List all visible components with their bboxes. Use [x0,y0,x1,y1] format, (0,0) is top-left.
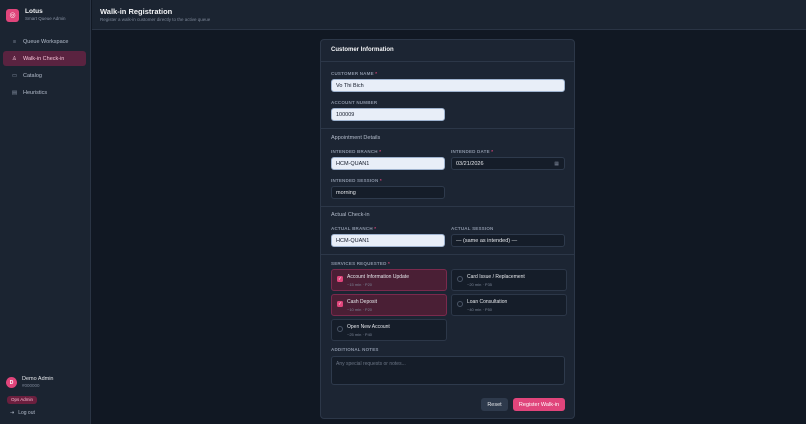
customer-name-input[interactable]: Vo Thi Bich [331,79,565,92]
app-root: ◎ Lotus Smart Queue Admin ≡ Queue Workspa… [0,0,806,424]
form-title: Customer Information [331,47,394,53]
actual-section-title: Actual Check-in [331,212,370,218]
service-name: Cash Deposit [347,299,378,305]
sidebar-item-heuristics[interactable]: ▤ Heuristics [3,85,86,100]
user-name: Demo Admin [22,376,54,382]
brand-subtitle: Smart Queue Admin [25,16,66,21]
register-walk-in-button[interactable]: Register Walk-in [513,398,565,411]
sidebar-item-walk-in-check-in[interactable]: ♙ Walk-in Check-in [3,51,86,66]
service-meta: ~20 min · P35 [467,282,493,287]
logout-label: Log out [18,410,35,416]
service-option[interactable]: ✓ Cash Deposit ~10 min · P20 [331,294,447,316]
appointment-section-title: Appointment Details [331,135,381,141]
checkbox-empty-icon[interactable] [457,301,463,307]
sidebar-item-label: Walk-in Check-in [23,55,65,62]
service-option[interactable]: Card Issue / Replacement ~20 min · P35 [451,269,567,291]
page-subtitle: Register a walk-in customer directly to … [100,17,211,22]
sidebar: ◎ Lotus Smart Queue Admin ≡ Queue Workspa… [0,0,91,424]
service-meta: ~10 min · P20 [347,307,373,312]
heuristics-icon: ▤ [11,89,18,96]
page-header: Walk-in Registration Register a walk-in … [92,0,806,30]
user-id: #000000 [22,383,40,388]
role-badge: Ops Admin [7,396,38,404]
checkbox-empty-icon[interactable] [337,326,343,332]
service-meta: ~25 min · P40 [347,332,373,337]
notes-label: ADDITIONAL NOTES [331,347,379,352]
sidebar-item-label: Catalog [23,72,42,79]
service-name: Open New Account [347,324,390,330]
checkbox-checked-icon[interactable]: ✓ [337,301,343,307]
sidebar-item-label: Heuristics [23,89,48,96]
service-name: Loan Consultation [467,299,508,305]
customer-form-card: Customer Information CUSTOMER NAME * Vo … [320,39,575,419]
intended-branch-select[interactable]: HCM-QUAN1 [331,157,445,170]
account-number-input[interactable]: 100009 [331,108,445,121]
service-option[interactable]: ✓ Account Information Update ~15 min · P20 [331,269,447,291]
divider [321,128,574,129]
actual-branch-select[interactable]: HCM-QUAN1 [331,234,445,247]
person-icon: ♙ [12,55,17,62]
service-option[interactable]: Loan Consultation ~40 min · P50 [451,294,567,316]
sidebar-item-catalog[interactable]: ▭ Catalog [3,68,86,83]
actual-session-label: ACTUAL SESSION [451,226,494,231]
divider [321,206,574,207]
intended-date-value: 03/21/2026 [456,160,484,167]
actual-branch-label: ACTUAL BRANCH * [331,226,377,231]
intended-session-label: INTENDED SESSION * [331,178,382,183]
queue-icon: ≡ [12,38,17,45]
sidebar-nav: ≡ Queue Workspace ♙ Walk-in Check-in ▭ Catalo… [3,34,86,102]
intended-branch-label: INTENDED BRANCH * [331,149,382,154]
reset-button[interactable]: Reset [481,398,508,411]
service-name: Account Information Update [347,274,409,280]
divider [321,254,574,255]
brand-title: Lotus [25,8,43,15]
services-label: SERVICES REQUESTED * [331,261,390,266]
divider [321,61,574,62]
service-name: Card Issue / Replacement [467,274,525,280]
account-number-label: ACCOUNT NUMBER [331,100,378,105]
lotus-logo-icon: ◎ [6,8,19,22]
intended-session-select[interactable]: morning [331,186,445,199]
sidebar-item-label: Queue Workspace [23,38,69,45]
avatar: D [6,377,17,388]
notes-textarea[interactable]: Any special requests or notes... [331,356,565,385]
intended-date-label: INTENDED DATE * [451,149,494,154]
checkbox-empty-icon[interactable] [457,276,463,282]
calendar-icon[interactable]: ▦ [554,161,559,167]
brand: ◎ Lotus Smart Queue Admin [6,8,66,22]
logout-button[interactable]: ⇥ Log out [10,410,35,416]
logout-icon: ⇥ [10,410,15,416]
catalog-icon: ▭ [11,72,18,79]
service-meta: ~15 min · P20 [347,282,373,287]
service-meta: ~40 min · P50 [467,307,493,312]
checkbox-checked-icon[interactable]: ✓ [337,276,343,282]
sidebar-item-queue-workspace[interactable]: ≡ Queue Workspace [3,34,86,49]
customer-name-label: CUSTOMER NAME * [331,71,378,76]
page-title: Walk-in Registration [100,7,173,16]
intended-date-input[interactable]: 03/21/2026 ▦ [451,157,565,170]
actual-session-select[interactable]: — (same as intended) — [451,234,565,247]
service-option[interactable]: Open New Account ~25 min · P40 [331,319,447,341]
user-profile: D Demo Admin #000000 [6,376,54,389]
